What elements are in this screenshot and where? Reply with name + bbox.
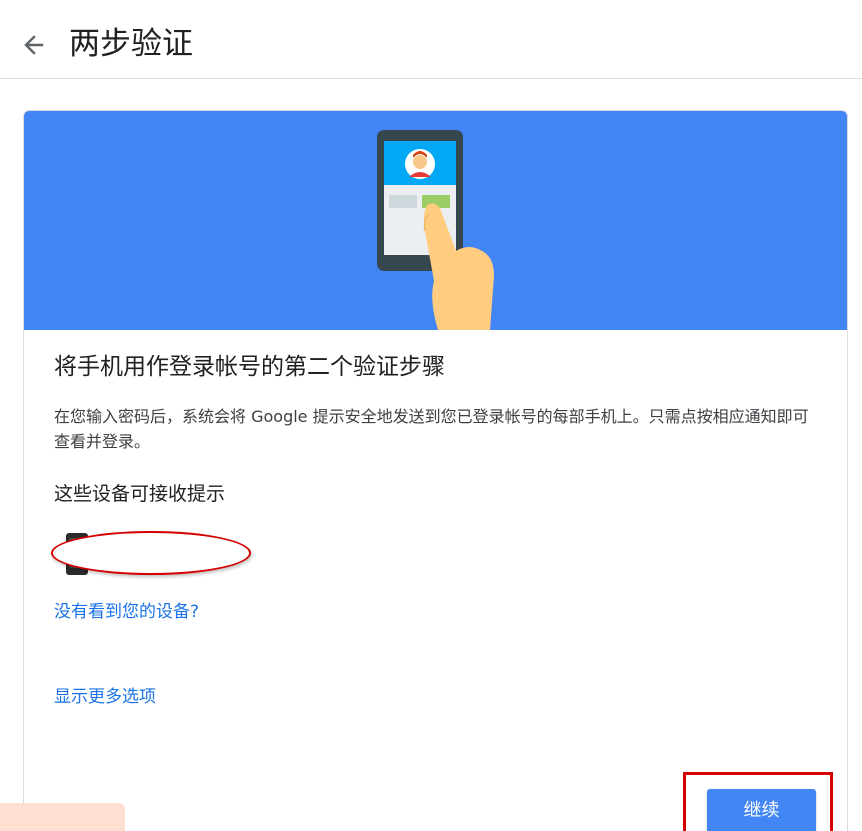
more-options-link[interactable]: 显示更多选项 bbox=[54, 685, 156, 709]
redaction-annotation bbox=[51, 531, 251, 575]
back-button[interactable] bbox=[20, 30, 50, 60]
continue-button[interactable]: 继续 bbox=[707, 789, 816, 831]
phone-with-hand-illustration bbox=[377, 130, 494, 330]
page-title: 两步验证 bbox=[69, 26, 193, 62]
missing-device-link[interactable]: 没有看到您的设备? bbox=[54, 600, 199, 624]
card-heading: 将手机用作登录帐号的第二个验证步骤 bbox=[54, 354, 445, 380]
two-step-verification-page: 两步验证 将手机用作登录帐号的第二个验证步骤 在您输入密码后，系统会将 Goog… bbox=[0, 0, 862, 831]
device-list-item bbox=[51, 529, 254, 577]
hero-banner bbox=[24, 111, 847, 330]
devices-heading: 这些设备可接收提示 bbox=[54, 483, 226, 505]
bottom-left-overlay bbox=[0, 803, 125, 831]
arrow-left-icon bbox=[24, 35, 44, 55]
content-card: 将手机用作登录帐号的第二个验证步骤 在您输入密码后，系统会将 Google 提示… bbox=[23, 110, 848, 831]
card-description: 在您输入密码后，系统会将 Google 提示安全地发送到您已登录帐号的每部手机上… bbox=[54, 407, 809, 451]
page-header: 两步验证 bbox=[0, 0, 862, 79]
